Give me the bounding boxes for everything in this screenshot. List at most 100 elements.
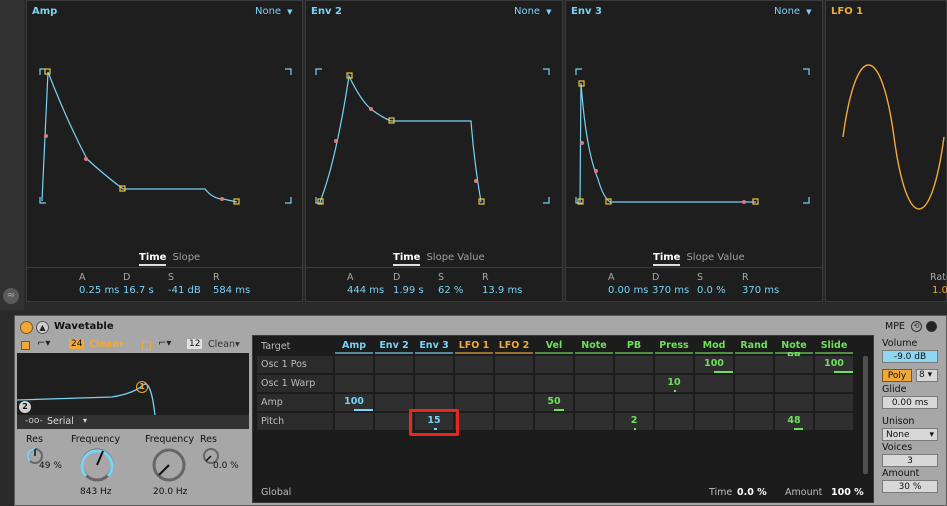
glide-field[interactable]: 0.00 ms (882, 396, 938, 409)
env3-panel[interactable]: Env 3 None ▼ Time Slope Value A D S R 0.00 … (565, 0, 823, 302)
matrix-cell[interactable] (495, 356, 533, 373)
env2-panel[interactable]: Env 2 None ▼ Time Slope Value A D S R 444 m… (305, 0, 563, 302)
release-value[interactable]: 13.9 ms (482, 285, 522, 296)
release-value[interactable]: 584 ms (213, 285, 250, 296)
matrix-cell[interactable] (815, 375, 853, 392)
tab-value[interactable]: Value (717, 252, 744, 263)
hot-swap-icon[interactable]: ⟲ (911, 321, 922, 332)
lfo1-panel[interactable]: LFO 1 Rate 1.00 (825, 0, 947, 302)
freq2-knob[interactable] (149, 445, 189, 485)
filter2-toggle[interactable] (142, 341, 151, 350)
matrix-cell[interactable] (415, 356, 453, 373)
tab-time[interactable]: Time (393, 252, 421, 266)
decay-value[interactable]: 370 ms (652, 285, 689, 296)
matrix-cell[interactable] (375, 413, 413, 430)
filter-graph[interactable]: 1 2 (16, 353, 249, 416)
matrix-cell-value[interactable]: 2 (615, 415, 653, 426)
unison-select[interactable]: None ▾ (882, 428, 938, 441)
matrix-cell[interactable] (535, 375, 573, 392)
attack-value[interactable]: 0.25 ms (79, 285, 119, 296)
envelope-graph[interactable] (306, 1, 564, 251)
matrix-cell[interactable] (535, 413, 573, 430)
tab-slope[interactable]: Slope (426, 252, 454, 263)
filter1-type[interactable]: Clean▾ (89, 339, 124, 350)
filter1-poles[interactable]: 24 (69, 339, 85, 349)
matrix-cell[interactable] (575, 394, 613, 411)
matrix-cell[interactable] (815, 394, 853, 411)
filter2-badge[interactable]: 2 (19, 401, 31, 413)
matrix-cell[interactable] (735, 356, 773, 373)
chain-icon[interactable]: ≈ (3, 288, 19, 304)
matrix-cell[interactable] (655, 356, 693, 373)
matrix-cell[interactable] (495, 375, 533, 392)
matrix-cell[interactable] (775, 394, 813, 411)
filter2-poles[interactable]: 12 (187, 339, 203, 349)
routing-mode[interactable]: Serial (47, 416, 74, 427)
device-activator-button[interactable] (20, 321, 33, 334)
attack-value[interactable]: 0.00 ms (608, 285, 648, 296)
decay-value[interactable]: 1.99 s (393, 285, 424, 296)
matrix-cell[interactable] (775, 356, 813, 373)
amp-envelope-panel[interactable]: Amp None ▼ Time Slope A D S R 0.25 ms 16.7… (26, 0, 303, 302)
save-preset-icon[interactable] (926, 321, 937, 332)
matrix-cell[interactable] (615, 375, 653, 392)
matrix-cell[interactable] (695, 375, 733, 392)
envelope-tabs[interactable]: Time Slope Value (653, 252, 745, 266)
matrix-cell[interactable] (375, 394, 413, 411)
matrix-cell[interactable] (575, 356, 613, 373)
matrix-cell[interactable] (335, 413, 373, 430)
matrix-cell-value[interactable]: 100 (335, 396, 373, 407)
poly-button[interactable]: Poly (882, 369, 912, 382)
sustain-value[interactable]: 62 % (438, 285, 463, 296)
filter1-toggle[interactable] (21, 341, 30, 350)
collapse-toggle-icon[interactable]: ▲ (36, 321, 49, 334)
routing-row[interactable]: -oo- Serial ▾ (17, 415, 249, 429)
freq1-knob[interactable] (77, 445, 117, 485)
matrix-cell[interactable] (775, 375, 813, 392)
matrix-cell-value[interactable]: 48 (775, 415, 813, 426)
poly-voices-select[interactable]: 8 ▾ (916, 369, 938, 382)
matrix-cell-value[interactable]: 100 (695, 358, 733, 369)
sustain-value[interactable]: -41 dB (168, 285, 201, 296)
lfo-waveform[interactable] (826, 1, 947, 251)
matrix-cell-value[interactable]: 50 (535, 396, 573, 407)
matrix-cell[interactable] (455, 375, 493, 392)
matrix-cell[interactable] (655, 413, 693, 430)
tab-time[interactable]: Time (653, 252, 681, 266)
filter1-badge[interactable]: 1 (136, 381, 148, 393)
sustain-value[interactable]: 0.0 % (697, 285, 726, 296)
matrix-cell[interactable] (335, 356, 373, 373)
matrix-cell-value[interactable]: 100 (815, 358, 853, 369)
matrix-cell[interactable] (535, 356, 573, 373)
amount-value[interactable]: 100 % (831, 487, 864, 498)
matrix-cell[interactable] (375, 375, 413, 392)
release-value[interactable]: 370 ms (742, 285, 779, 296)
matrix-cell[interactable] (695, 394, 733, 411)
matrix-cell[interactable] (815, 413, 853, 430)
tab-slope[interactable]: Slope (686, 252, 714, 263)
matrix-cell[interactable] (455, 394, 493, 411)
matrix-cell[interactable] (415, 375, 453, 392)
amount-field[interactable]: 30 % (882, 480, 938, 493)
matrix-cell[interactable] (455, 413, 493, 430)
rate-value[interactable]: 1.00 (932, 285, 947, 296)
decay-value[interactable]: 16.7 s (123, 285, 154, 296)
tab-time[interactable]: Time (139, 252, 167, 266)
matrix-cell[interactable] (575, 413, 613, 430)
matrix-cell[interactable] (735, 375, 773, 392)
filter2-shape-icon[interactable]: ⌐▾ (158, 338, 171, 349)
matrix-cell-value[interactable]: 10 (655, 377, 693, 388)
matrix-cell[interactable] (495, 394, 533, 411)
matrix-cell[interactable] (735, 394, 773, 411)
matrix-cell[interactable] (615, 356, 653, 373)
voices-field[interactable]: 3 (882, 454, 938, 467)
time-value[interactable]: 0.0 % (737, 487, 767, 498)
matrix-cell[interactable] (655, 394, 693, 411)
envelope-tabs[interactable]: Time Slope (139, 252, 200, 266)
matrix-cell[interactable] (495, 413, 533, 430)
matrix-scrollbar[interactable] (863, 356, 868, 474)
matrix-cell[interactable] (335, 375, 373, 392)
attack-value[interactable]: 444 ms (347, 285, 384, 296)
tab-value[interactable]: Value (457, 252, 484, 263)
matrix-cell[interactable] (695, 413, 733, 430)
